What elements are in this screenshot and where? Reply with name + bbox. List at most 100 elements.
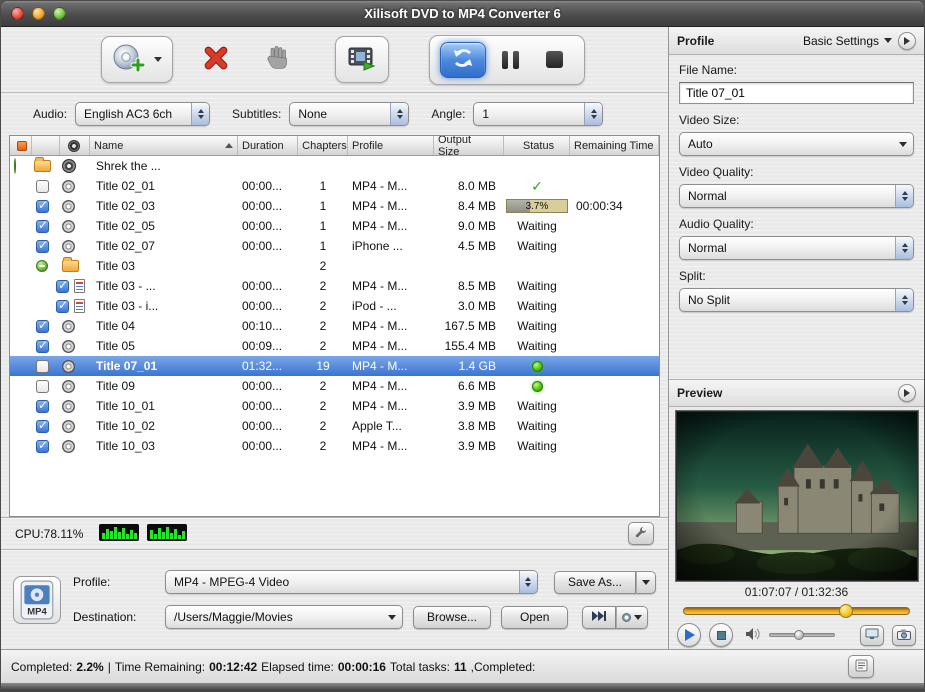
subtitles-select[interactable]: None (289, 102, 409, 126)
preview-expand-button[interactable] (898, 384, 916, 402)
row-duration: 00:00... (242, 379, 282, 393)
table-row[interactable]: Title 07_0101:32...19MP4 - M...1.4 GB (10, 356, 659, 376)
stop-playback-button[interactable] (709, 623, 733, 647)
seek-knob[interactable] (839, 604, 853, 618)
table-row[interactable]: Title 10_0100:00...2MP4 - M...3.9 MBWait… (10, 396, 659, 416)
destination-select[interactable]: /Users/Maggie/Movies (165, 605, 403, 629)
row-checkbox[interactable] (56, 280, 69, 293)
row-checkbox[interactable] (36, 340, 49, 353)
audio-quality-select[interactable]: Normal (679, 236, 914, 260)
profile-expand-button[interactable] (898, 32, 916, 50)
add-dvd-button[interactable] (101, 36, 173, 83)
pause-icon (513, 51, 519, 69)
volume-slider[interactable] (769, 633, 835, 637)
table-row[interactable]: Title 0900:00...2MP4 - M...6.6 MB (10, 376, 659, 396)
column-duration[interactable]: Duration (238, 136, 298, 155)
audio-select[interactable]: English AC3 6ch (75, 102, 210, 126)
row-chapters: 2 (320, 379, 327, 393)
seek-slider[interactable] (683, 607, 910, 615)
column-profile[interactable]: Profile (348, 136, 434, 155)
table-row[interactable]: Title 02_0100:00...1MP4 - M...8.0 MB✓ (10, 176, 659, 196)
table-row[interactable]: Title 032 (10, 256, 659, 276)
row-checkbox[interactable] (36, 200, 49, 213)
table-body: Shrek the ...Title 02_0100:00...1MP4 - M… (10, 156, 659, 516)
open-button[interactable]: Open (501, 606, 568, 629)
split-label: Split: (679, 269, 914, 283)
video-preview[interactable] (676, 411, 918, 581)
pause-button[interactable] (490, 42, 530, 78)
row-name: Title 02_05 (96, 219, 155, 233)
angle-select[interactable]: 1 (473, 102, 603, 126)
row-checkbox[interactable] (36, 320, 49, 333)
output-format-icon: MP4 (13, 576, 61, 624)
output-profile-select[interactable]: MP4 - MPEG-4 Video (165, 570, 538, 594)
row-chapters: 2 (320, 299, 327, 313)
table-row[interactable]: Shrek the ... (10, 156, 659, 176)
row-chapters: 2 (320, 279, 327, 293)
play-button[interactable] (677, 623, 701, 647)
convert-button[interactable] (440, 42, 486, 78)
row-checkbox[interactable] (36, 400, 49, 413)
settings-mode-value: Basic Settings (803, 34, 879, 48)
playback-controls (669, 621, 924, 649)
row-checkbox[interactable] (36, 360, 49, 373)
column-status[interactable]: Status (504, 136, 570, 155)
close-button[interactable] (11, 7, 24, 20)
video-quality-select[interactable]: Normal (679, 184, 914, 208)
titlebar[interactable]: Xilisoft DVD to MP4 Converter 6 (1, 1, 924, 27)
export-dropdown-button[interactable] (616, 606, 648, 629)
row-checkbox[interactable] (36, 180, 49, 193)
table-row[interactable]: Title 10_0300:00...2MP4 - M...3.9 MBWait… (10, 436, 659, 456)
save-as-dropdown-button[interactable] (636, 571, 656, 594)
video-size-select[interactable]: Auto (679, 132, 914, 156)
minimize-button[interactable] (32, 7, 45, 20)
split-select[interactable]: No Split (679, 288, 914, 312)
table-row[interactable]: Title 0500:09...2MP4 - M...155.4 MBWaiti… (10, 336, 659, 356)
zoom-button[interactable] (53, 7, 66, 20)
table-row[interactable]: Title 02_0300:00...1MP4 - M...8.4 MB3.7%… (10, 196, 659, 216)
row-checkbox[interactable] (36, 440, 49, 453)
settings-mode-select[interactable]: Basic Settings (803, 34, 892, 48)
table-row[interactable]: Title 03 - ...00:00...2MP4 - M...8.5 MBW… (10, 276, 659, 296)
stop-button[interactable] (534, 42, 574, 78)
column-remaining-time[interactable]: Remaining Time (570, 136, 659, 155)
hold-button[interactable] (259, 40, 297, 80)
settings-button[interactable] (628, 522, 654, 545)
delete-button[interactable] (197, 40, 235, 80)
column-name[interactable]: Name (94, 140, 123, 152)
title-table: Name Duration Chapters Profile Output Si… (9, 135, 660, 517)
apply-to-device-button[interactable] (860, 625, 884, 646)
row-checkbox[interactable] (36, 420, 49, 433)
table-row[interactable]: Title 02_0500:00...1MP4 - M...9.0 MBWait… (10, 216, 659, 236)
column-output-size[interactable]: Output Size (434, 136, 504, 155)
row-status: Waiting (517, 419, 557, 433)
volume-knob[interactable] (794, 630, 804, 640)
collapse-icon[interactable] (14, 158, 16, 174)
table-row[interactable]: Title 03 - i...00:00...2iPod - ...3.0 MB… (10, 296, 659, 316)
save-as-button[interactable]: Save As... (554, 571, 636, 594)
row-checkbox[interactable] (36, 220, 49, 233)
file-name-input[interactable] (679, 82, 914, 104)
completed-label: Completed: (11, 660, 72, 674)
row-duration: 00:10... (242, 319, 282, 333)
browse-button[interactable]: Browse... (413, 606, 491, 629)
report-button[interactable] (848, 655, 874, 678)
table-row[interactable]: Title 10_0200:00...2Apple T...3.8 MBWait… (10, 416, 659, 436)
export-to-device-button[interactable] (582, 606, 616, 629)
add-dropdown-arrow-icon[interactable] (154, 57, 162, 62)
add-video-file-button[interactable] (335, 36, 389, 83)
row-name: Title 02_07 (96, 239, 155, 253)
snapshot-button[interactable] (892, 625, 916, 646)
row-checkbox[interactable] (36, 240, 49, 253)
select-all-icon[interactable] (17, 141, 27, 151)
collapse-icon[interactable] (36, 260, 48, 272)
row-checkbox[interactable] (36, 380, 49, 393)
table-header[interactable]: Name Duration Chapters Profile Output Si… (10, 136, 659, 156)
title-disc-icon (62, 440, 75, 453)
column-chapters[interactable]: Chapters (298, 136, 348, 155)
row-checkbox[interactable] (56, 300, 69, 313)
table-row[interactable]: Title 02_0700:00...1iPhone ...4.5 MBWait… (10, 236, 659, 256)
table-row[interactable]: Title 0400:10...2MP4 - M...167.5 MBWaiti… (10, 316, 659, 336)
row-duration: 00:00... (242, 439, 282, 453)
row-duration: 00:00... (242, 399, 282, 413)
